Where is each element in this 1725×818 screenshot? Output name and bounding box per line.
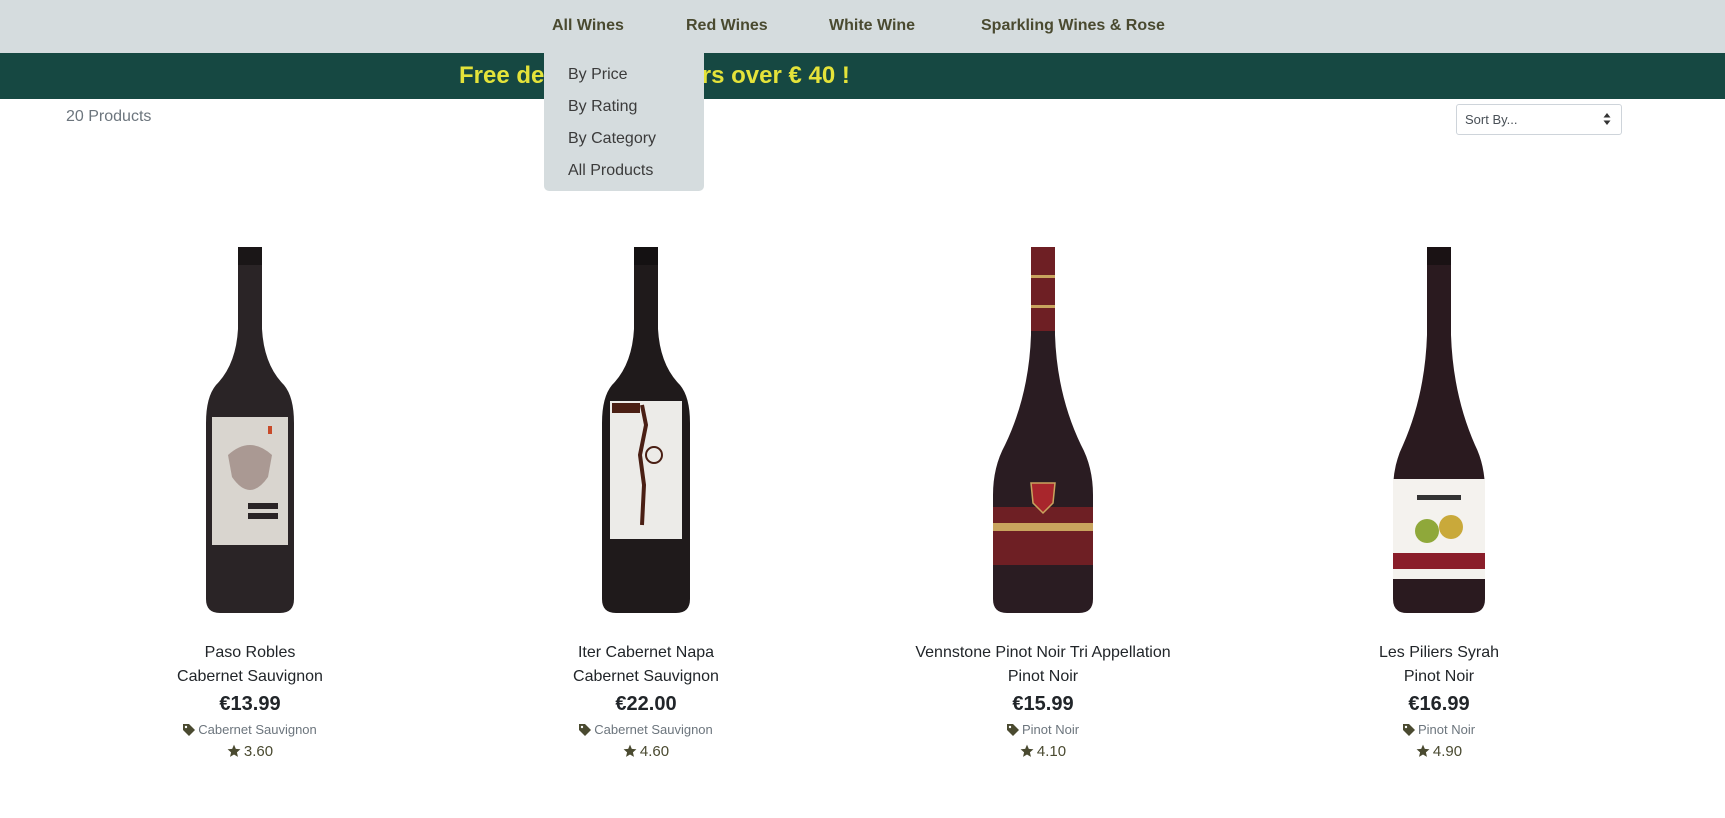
wine-bottle-image [206,247,294,613]
product-card[interactable]: Paso Robles Cabernet Sauvignon €13.99 Ca… [80,245,420,765]
product-category-line: Pinot Noir [1007,668,1079,685]
product-name[interactable]: Paso Robles [80,641,420,665]
dropdown-item-by-price[interactable]: By Price [544,59,704,91]
product-category-line: Cabernet Sauvignon [573,668,719,685]
all-wines-dropdown-menu: By Price By Rating By Category All Produ… [544,53,704,191]
product-category-label: Pinot Noir [1021,722,1080,737]
star-icon [1416,744,1430,757]
dropdown-item-by-category[interactable]: By Category [544,123,704,155]
product-rating: 3.60 [80,741,420,763]
product-category-label: Pinot Noir [1417,722,1476,737]
dropdown-item-all-products[interactable]: All Products [544,155,704,187]
wine-bottle-image [993,247,1093,613]
nav-all-wines[interactable]: All Wines [552,0,624,53]
promo-banner: Free delivery on orders over € 40 ! [0,53,1725,99]
star-icon [1020,744,1034,757]
product-rating-value: 3.60 [243,743,274,760]
dropdown-item-by-rating[interactable]: By Rating [544,91,704,123]
top-navigation: All Wines Red Wines White Wine Sparkling… [0,0,1725,53]
product-card[interactable]: Vennstone Pinot Noir Tri Appellation Pin… [873,245,1213,765]
product-category-line: Pinot Noir [1403,668,1475,685]
product-category[interactable]: Cabernet Sauvignon [476,719,816,741]
product-name[interactable]: Vennstone Pinot Noir Tri Appellation [873,641,1213,665]
product-rating-value: 4.10 [1036,743,1067,760]
product-rating-value: 4.60 [639,743,670,760]
product-card[interactable]: Les Piliers Syrah Pinot Noir €16.99 Pino… [1269,245,1609,765]
product-rating: 4.90 [1269,741,1609,763]
product-rating: 4.10 [873,741,1213,763]
tag-icon [579,724,592,736]
tag-icon [183,724,196,736]
product-category-label: Cabernet Sauvignon [594,722,713,737]
product-category[interactable]: Cabernet Sauvignon [80,719,420,741]
nav-red-wines[interactable]: Red Wines [686,0,768,53]
wine-bottle-image [1393,247,1485,613]
sort-select[interactable]: Sort By... [1456,104,1622,135]
product-rating-value: 4.90 [1432,743,1463,760]
product-price: €15.99 [1012,693,1074,715]
product-price: €13.99 [219,693,281,715]
wine-bottle-image [602,247,690,613]
product-name[interactable]: Les Piliers Syrah [1269,641,1609,665]
star-icon [227,744,241,757]
product-category[interactable]: Pinot Noir [1269,719,1609,741]
nav-white-wine[interactable]: White Wine [829,0,915,53]
product-rating: 4.60 [476,741,816,763]
product-price: €16.99 [1408,693,1470,715]
tag-icon [1006,724,1019,736]
product-category-label: Cabernet Sauvignon [198,722,317,737]
tag-icon [1402,724,1415,736]
sort-arrows-icon [1603,113,1611,125]
star-icon [623,744,637,757]
nav-sparkling-rose[interactable]: Sparkling Wines & Rose [981,0,1165,53]
product-count: 20 Products [66,108,152,125]
product-category-line: Cabernet Sauvignon [177,668,323,685]
product-card[interactable]: Iter Cabernet Napa Cabernet Sauvignon €2… [476,245,816,765]
sort-select-value: Sort By... [1465,112,1518,127]
product-category[interactable]: Pinot Noir [873,719,1213,741]
product-price: €22.00 [615,693,677,715]
product-name[interactable]: Iter Cabernet Napa [476,641,816,665]
